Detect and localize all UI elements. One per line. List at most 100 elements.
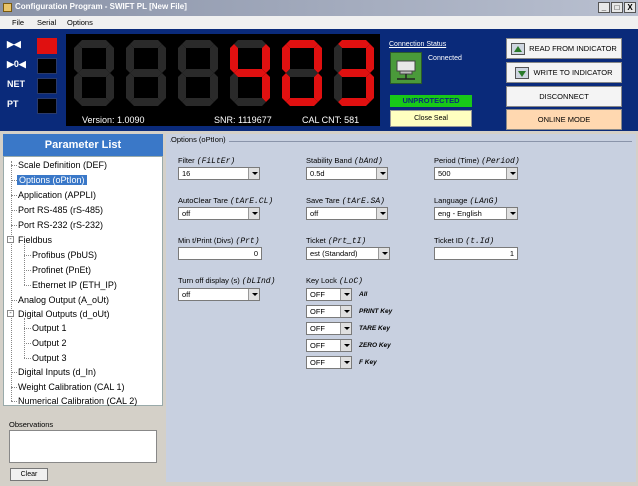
digit-2-segment-e [126,73,134,102]
observations-textarea[interactable] [9,430,157,463]
write-icon [515,67,530,80]
tree-item-output-1[interactable]: Output 1 [32,323,67,333]
tree-item-port-rs485[interactable]: Port RS-485 (rS-485) [18,205,103,215]
filter-select[interactable]: 16 [178,167,260,180]
digit-6-segment-a [338,40,370,48]
title-bar: Configuration Program - SWIFT PL [New Fi… [0,0,638,16]
tree-item-profibus[interactable]: Profibus (PbUS) [32,250,97,260]
digit-4-segment-a [234,40,266,48]
tree-item-analog-output[interactable]: Analog Output (A_oUt) [18,295,109,305]
read-button-label: READ FROM INDICATOR [529,44,617,53]
chevron-down-icon [248,208,259,219]
tree-item-ethernet-ip[interactable]: Ethernet IP (ETH_IP) [32,280,117,290]
network-drive-icon [396,60,416,80]
digit-5-segment-c [314,73,322,102]
digit-2-segment-c [158,73,166,102]
stability-band-select[interactable]: 0.5d [306,167,388,180]
key-lock-label: Key Lock (LoC) [306,276,363,286]
digit-2-segment-b [158,44,166,73]
digital-outputs-collapse-toggle[interactable]: - [7,310,14,317]
tree-item-port-rs232[interactable]: Port RS-232 (rS-232) [18,220,103,230]
digit-4-segment-d [234,98,266,106]
close-button[interactable]: X [624,2,636,13]
key-lock-f-label: F Key [359,359,377,366]
menu-bar: File Serial Options [0,16,638,29]
digit-1-segment-d [78,98,110,106]
digit-5-segment-e [282,73,290,102]
digit-3-segment-g [182,69,214,77]
digit-4-segment-f [230,44,238,73]
close-seal-button[interactable]: Close Seal [390,110,472,127]
ticket-select[interactable]: est (Standard) [306,247,390,260]
key-lock-f-select[interactable]: OFF [306,356,352,369]
tree-item-options[interactable]: Options (oPtIon) [17,175,87,185]
indicator-panel: ▶◀ ▶0◀ NET PT Version: 1.0090 SNR: 11196… [0,29,638,131]
tree-item-digital-inputs[interactable]: Digital Inputs (d_In) [18,367,96,377]
chevron-down-icon [506,168,517,179]
digit-1-segment-f [74,44,82,73]
stable-indicator-lamp [37,38,57,54]
net-indicator-lamp [37,78,57,94]
online-mode-button[interactable]: ONLINE MODE [506,109,622,130]
fieldbus-collapse-toggle[interactable]: - [7,236,14,243]
read-from-indicator-button[interactable]: READ FROM INDICATOR [506,38,622,59]
chevron-down-icon [376,168,387,179]
autoclear-tare-select[interactable]: off [178,207,260,220]
tree-item-application[interactable]: Application (APPLI) [18,190,96,200]
chevron-down-icon [378,248,389,259]
connection-state: Connected [428,55,462,62]
zero-indicator-label: ▶0◀ [7,59,26,69]
connection-status-title: Connection Status [389,41,447,48]
language-label: Language (LAnG) [434,196,499,206]
chevron-down-icon [340,323,351,334]
tree-item-output-3[interactable]: Output 3 [32,353,67,363]
write-button-label: WRITE TO INDICATOR [533,68,613,77]
menu-options[interactable]: Options [67,18,93,27]
digit-2-segment-f [126,44,134,73]
save-tare-select[interactable]: off [306,207,388,220]
tree-item-digital-outputs[interactable]: Digital Outputs (d_oUt) [18,309,110,319]
period-select[interactable]: 500 [434,167,518,180]
digit-6-segment-c [366,73,374,102]
digit-1-segment-g [78,69,110,77]
key-lock-zero-select[interactable]: OFF [306,339,352,352]
ticket-id-input[interactable]: 1 [434,247,518,260]
minimize-button[interactable]: _ [598,2,610,13]
min-print-input[interactable]: 0 [178,247,262,260]
chevron-down-icon [340,357,351,368]
write-to-indicator-button[interactable]: WRITE TO INDICATOR [506,62,622,83]
maximize-button[interactable]: □ [611,2,623,13]
protection-status: UNPROTECTED [390,95,472,107]
turn-off-display-select[interactable]: off [178,288,260,301]
min-print-label: Min t/Print (Divs) (Prt) [178,236,260,246]
read-icon [511,43,526,56]
digit-5-segment-d [286,98,318,106]
language-select[interactable]: eng - English [434,207,518,220]
digit-6-segment-f [334,44,342,73]
clear-button[interactable]: Clear [10,468,48,481]
tree-item-output-2[interactable]: Output 2 [32,338,67,348]
tree-item-profinet[interactable]: Profinet (PnEt) [32,265,91,275]
tree-item-fieldbus[interactable]: Fieldbus [18,235,52,245]
tree-item-weight-calibration[interactable]: Weight Calibration (CAL 1) [18,382,125,392]
key-lock-print-select[interactable]: OFF [306,305,352,318]
menu-serial[interactable]: Serial [37,18,56,27]
menu-file[interactable]: File [12,18,24,27]
tree-item-scale-definition[interactable]: Scale Definition (DEF) [18,160,107,170]
key-lock-all-select[interactable]: OFF [306,288,352,301]
tree-item-numerical-calibration[interactable]: Numerical Calibration (CAL 2) [18,396,137,406]
key-lock-tare-select[interactable]: OFF [306,322,352,335]
observations-label: Observations [9,420,54,429]
parameter-tree: - - Scale Definition (DEF) Options (oPtI… [3,156,163,406]
section-divider [170,141,632,142]
stability-band-label: Stability Band (bAnd) [306,156,383,166]
disconnect-button[interactable]: DISCONNECT [506,86,622,107]
parameter-list-title: Parameter List [3,134,163,156]
serial-number: SNR: 1119677 [214,115,272,125]
net-indicator-label: NET [7,79,25,89]
zero-indicator-lamp [37,58,57,74]
chevron-down-icon [248,168,259,179]
digit-1-segment-c [106,73,114,102]
firmware-version: Version: 1.0090 [82,115,145,125]
digit-6-segment-d [338,98,370,106]
